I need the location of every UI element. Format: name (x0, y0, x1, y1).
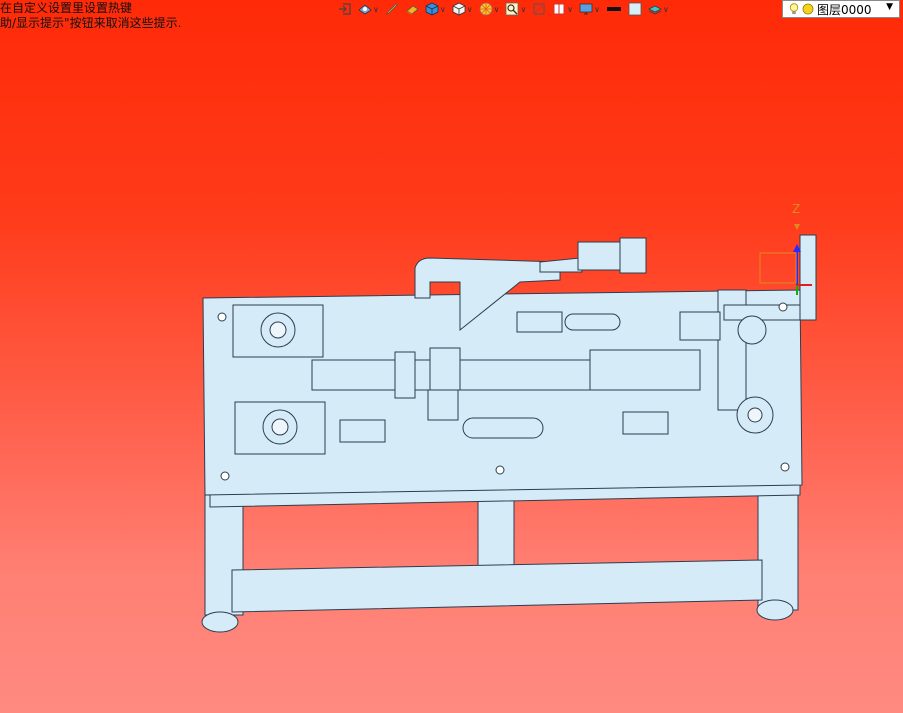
chevron-down-icon: ∨ (663, 4, 669, 14)
eraser-button[interactable] (403, 0, 421, 18)
z-axis-label: Z (792, 202, 800, 216)
layer-stack-icon (648, 5, 662, 15)
fit-view-icon (533, 3, 545, 15)
monitor-icon (579, 3, 593, 15)
slot-lower (462, 417, 544, 439)
zoom-icon (506, 2, 519, 16)
color-button[interactable]: ∨ (477, 0, 502, 18)
chevron-down-icon: ∨ (520, 4, 527, 14)
cube-shaded-icon (425, 2, 439, 16)
line-color-icon (607, 7, 622, 11)
exit-view-icon (339, 3, 351, 15)
frame-leg-right (757, 484, 799, 611)
chevron-down-icon: ∨ (439, 4, 446, 14)
fit-view-button[interactable] (530, 0, 548, 18)
frame-center-post (477, 499, 515, 567)
vertical-post (799, 234, 817, 321)
chevron-down-icon: ∨ (594, 4, 601, 14)
frame-bottom-beam (231, 559, 763, 613)
slot-upper (564, 313, 621, 331)
fill-color-icon (628, 2, 642, 16)
eraser-icon (406, 5, 419, 15)
view-cube-button[interactable]: ∨ (450, 0, 475, 18)
hotkey-hint-text: 在自定义设置里设置热键 (0, 1, 133, 15)
exit-view-button[interactable] (336, 0, 354, 18)
fill-color-button[interactable] (626, 0, 644, 18)
sun-icon (802, 3, 814, 15)
chevron-down-icon: ∨ (567, 4, 574, 14)
render-mode-icon (358, 4, 372, 15)
shaded-cube-button[interactable]: ∨ (423, 0, 448, 18)
ramp-part (539, 257, 583, 273)
view-toolbar: ∨ ∨ ∨ ∨ ∨ ∨ ∨ ∨ (336, 0, 671, 18)
line-color-button[interactable] (604, 0, 624, 18)
upper-block (577, 241, 624, 271)
clamp-block (619, 237, 647, 274)
carriage (589, 349, 701, 391)
render-mode-button[interactable]: ∨ (356, 0, 381, 18)
zoom-button[interactable]: ∨ (503, 0, 528, 18)
wheel-upper-right (737, 315, 767, 345)
bulb-icon (789, 3, 799, 15)
caster-right (756, 599, 794, 621)
caster-left (201, 611, 239, 633)
hide-hints-text: 助/显示提示"按钮来取消这些提示. (0, 16, 182, 30)
chevron-down-icon: ∨ (466, 4, 473, 14)
section-view-button[interactable]: ∨ (550, 0, 575, 18)
chevron-down-icon: ∨ (493, 4, 500, 14)
section-view-icon (553, 3, 565, 15)
layer-name: 图层0000 (817, 2, 872, 17)
pen-button[interactable] (383, 0, 401, 18)
machine-3d-model[interactable]: Z (190, 195, 820, 640)
pen-icon (385, 3, 398, 15)
layer-dropdown[interactable]: 图层0000 ▼ (782, 0, 900, 18)
color-wheel-icon (479, 2, 492, 16)
dropdown-arrow-icon: ▼ (886, 2, 893, 12)
chevron-down-icon: ∨ (373, 4, 379, 14)
display-button[interactable]: ∨ (577, 0, 602, 18)
layer-stack-button[interactable]: ∨ (646, 0, 671, 18)
cube-view-icon (452, 2, 466, 16)
